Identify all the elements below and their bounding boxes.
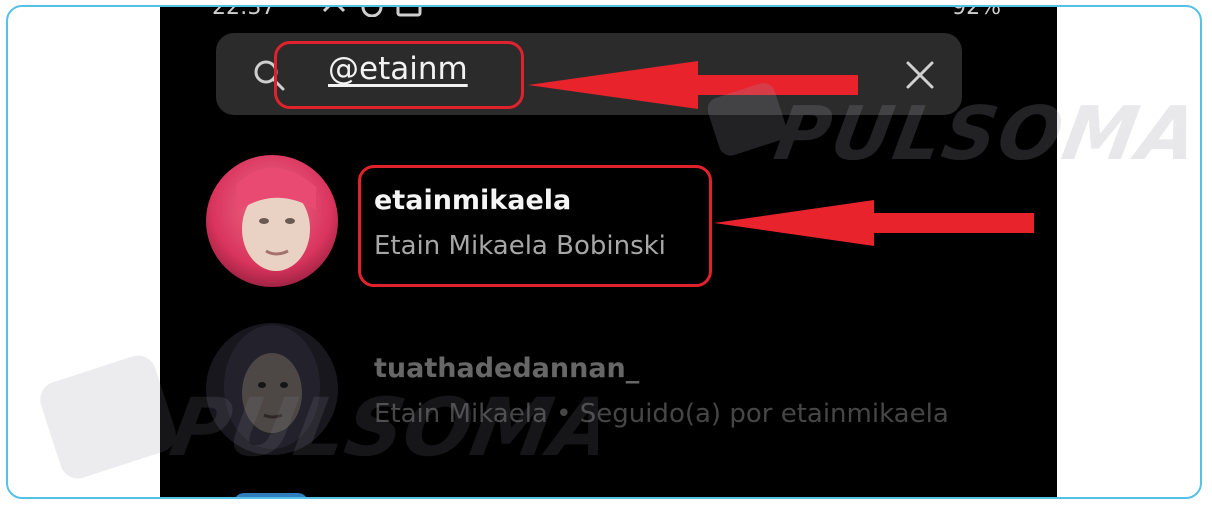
screenshot-frame: 22:37 92% @etainm etainmikaela Etain Mik… [6, 5, 1202, 499]
status-time: 22:37 [212, 7, 276, 20]
battery-text: 92% [952, 7, 1001, 20]
partial-next-item [234, 493, 308, 497]
result-full-name: Etain Mikaela • Seguido(a) por etainmika… [374, 399, 949, 429]
status-bar: 22:37 92% [160, 7, 1057, 20]
avatar [206, 323, 338, 455]
search-query-highlight [274, 41, 524, 109]
close-icon[interactable] [904, 59, 936, 91]
arrow-left-icon [714, 200, 1034, 246]
avatar [206, 155, 338, 287]
notification-icons [322, 7, 422, 17]
avatar-photo [206, 155, 338, 287]
arrow-left-icon [528, 61, 858, 109]
result-username: tuathadedannan_ [374, 353, 640, 384]
avatar-photo [206, 323, 338, 455]
search-result-item[interactable]: tuathadedannan_ Etain Mikaela • Seguido(… [160, 323, 1057, 455]
result-highlight [358, 165, 712, 287]
